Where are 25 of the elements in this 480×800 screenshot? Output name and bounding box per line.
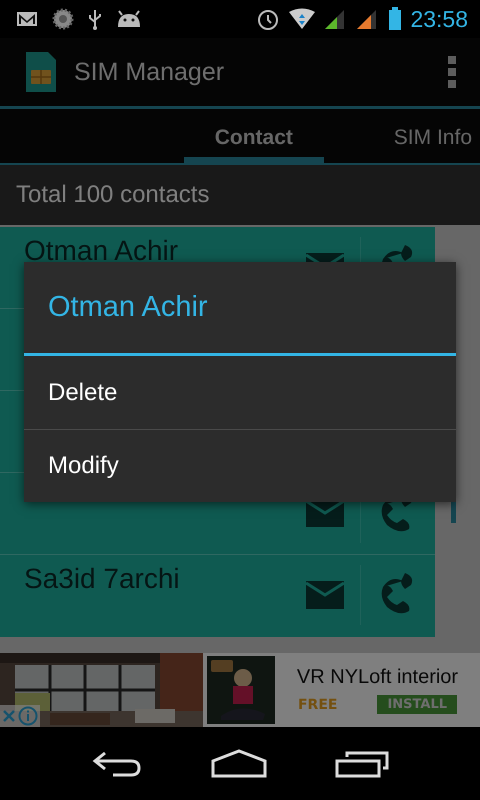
battery-icon — [388, 7, 402, 31]
install-button[interactable]: INSTALL — [377, 695, 458, 714]
info-icon[interactable] — [18, 706, 38, 726]
dialog-title: Otman Achir — [24, 262, 456, 356]
clock-time: 23:58 — [410, 6, 468, 32]
menu-item[interactable]: Modify — [24, 429, 456, 502]
tab[interactable]: SIM Info — [374, 109, 480, 163]
ad-title: VR NYLoft interior — [296, 666, 458, 689]
price-label: FREE — [298, 696, 338, 712]
contact-count: Total 100 contacts — [16, 181, 210, 209]
contact-name[interactable]: Sa3id 7archi — [24, 555, 306, 595]
recent-apps-icon[interactable] — [335, 748, 389, 778]
ad-banner[interactable]: VR NYLoft interior FREE INSTALL — [0, 653, 480, 727]
app-title: SIM Manager — [74, 58, 226, 86]
menu-item[interactable]: Delete — [24, 356, 456, 429]
gear-icon — [52, 8, 74, 30]
android-icon — [116, 10, 142, 28]
message-icon[interactable] — [306, 581, 344, 609]
alarm-icon — [256, 7, 280, 31]
close-icon[interactable] — [2, 709, 16, 723]
wifi-icon — [288, 8, 316, 30]
sim-card-icon[interactable] — [24, 50, 58, 94]
home-icon[interactable] — [211, 748, 267, 778]
mail-icon — [16, 10, 38, 28]
usb-icon — [88, 8, 102, 30]
